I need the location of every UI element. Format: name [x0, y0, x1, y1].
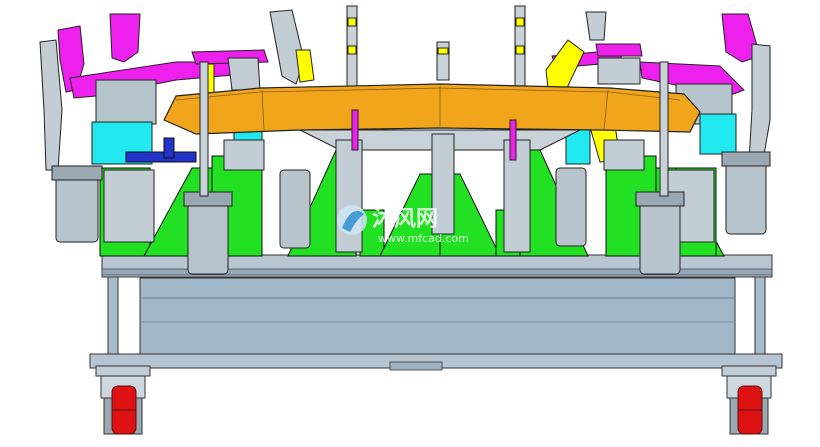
fixture-drawing: 沐风网 www.mfcad.com — [39, 5, 783, 435]
watermark-url: www.mfcad.com — [378, 232, 469, 245]
watermark-brand: 沐风网 — [372, 207, 438, 232]
caster-right — [721, 365, 777, 435]
caster-left — [95, 365, 151, 435]
cad-viewport: 沐风网 www.mfcad.com — [0, 0, 820, 447]
watermark-logo-icon — [337, 205, 367, 235]
